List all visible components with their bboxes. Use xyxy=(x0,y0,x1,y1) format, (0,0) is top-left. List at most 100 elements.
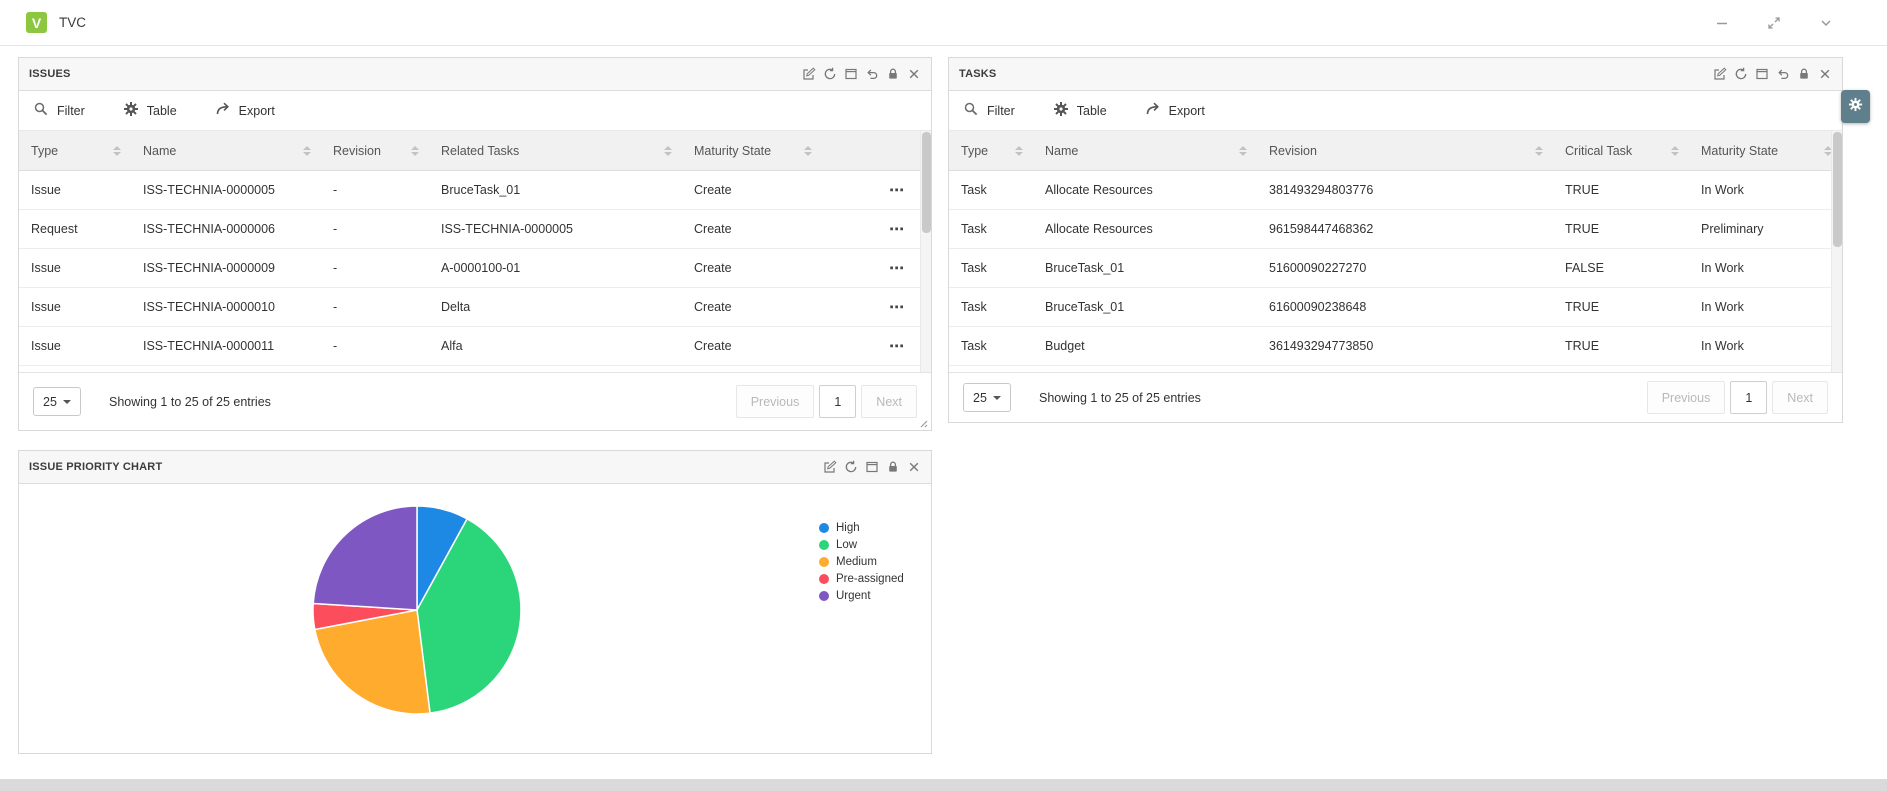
tasks-table-header: Type Name Revision Critical Task Maturit… xyxy=(949,131,1842,171)
scrollbar-thumb[interactable] xyxy=(922,132,931,233)
previous-page-button[interactable]: Previous xyxy=(736,385,815,418)
undo-icon[interactable] xyxy=(865,67,879,81)
table-row[interactable]: Task Budget 361493294773850 TRUE In Work xyxy=(949,327,1842,366)
vertical-scrollbar[interactable] xyxy=(920,131,931,372)
lock-icon[interactable] xyxy=(886,460,900,474)
column-header-maturity-state[interactable]: Maturity State xyxy=(1689,131,1842,170)
column-header-revision[interactable]: Revision xyxy=(1257,131,1553,170)
filter-label: Filter xyxy=(987,104,1015,118)
priority-pie-chart xyxy=(307,500,527,720)
settings-gear-button[interactable] xyxy=(1841,90,1870,123)
cell-type: Task xyxy=(949,249,1033,287)
row-actions-button[interactable]: ⋯ xyxy=(889,261,905,276)
row-actions-button[interactable]: ⋯ xyxy=(889,300,905,315)
cell-name: Budget xyxy=(1033,327,1257,365)
filter-button[interactable]: Filter xyxy=(963,101,1015,120)
maximize-icon[interactable] xyxy=(844,67,858,81)
column-header-type[interactable]: Type xyxy=(19,131,131,170)
undo-icon[interactable] xyxy=(1776,67,1790,81)
column-header-revision[interactable]: Revision xyxy=(321,131,429,170)
table-row[interactable]: Task BruceTask_01 51600090227270 FALSE I… xyxy=(949,249,1842,288)
sort-icon[interactable] xyxy=(411,146,419,156)
cell-revision: - xyxy=(321,171,429,209)
maximize-icon[interactable] xyxy=(1755,67,1769,81)
row-actions-button[interactable]: ⋯ xyxy=(889,339,905,354)
lock-icon[interactable] xyxy=(1797,67,1811,81)
sort-icon[interactable] xyxy=(1015,146,1023,156)
next-page-button[interactable]: Next xyxy=(861,385,917,418)
edit-icon[interactable] xyxy=(802,67,816,81)
sort-icon[interactable] xyxy=(1239,146,1247,156)
refresh-icon[interactable] xyxy=(1734,67,1748,81)
column-header-maturity-state[interactable]: Maturity State xyxy=(682,131,822,170)
lock-icon[interactable] xyxy=(886,67,900,81)
export-button[interactable]: Export xyxy=(1145,101,1205,120)
refresh-icon[interactable] xyxy=(844,460,858,474)
sort-icon[interactable] xyxy=(664,146,672,156)
next-page-button[interactable]: Next xyxy=(1772,381,1828,414)
cell-name: Allocate Resources xyxy=(1033,171,1257,209)
table-row[interactable]: Issue ISS-TECHNIA-0000011 - Alfa Create … xyxy=(19,327,931,366)
current-page-button[interactable]: 1 xyxy=(1730,381,1767,414)
chart-body: High Low Medium Pre-assigned Urgent xyxy=(19,484,931,753)
current-page-button[interactable]: 1 xyxy=(819,385,856,418)
column-header-critical-task[interactable]: Critical Task xyxy=(1553,131,1689,170)
filter-button[interactable]: Filter xyxy=(33,101,85,120)
close-icon[interactable] xyxy=(907,67,921,81)
titlebar: V TVC xyxy=(0,0,1887,46)
export-label: Export xyxy=(239,104,275,118)
table-row[interactable]: Issue ISS-TECHNIA-0000005 - BruceTask_01… xyxy=(19,171,931,210)
vertical-scrollbar[interactable] xyxy=(1831,131,1842,372)
collapse-chevron-icon[interactable] xyxy=(1819,16,1833,30)
tasks-panel-header: TASKS xyxy=(949,58,1842,91)
legend-item[interactable]: Low xyxy=(819,539,904,551)
maximize-icon[interactable] xyxy=(865,460,879,474)
edit-icon[interactable] xyxy=(1713,67,1727,81)
pie-slice-urgent[interactable] xyxy=(313,506,417,610)
expand-icon[interactable] xyxy=(1767,16,1781,30)
page-size-select[interactable]: 25 xyxy=(963,383,1011,412)
row-actions-button[interactable]: ⋯ xyxy=(889,222,905,237)
close-icon[interactable] xyxy=(1818,67,1832,81)
table-row[interactable]: Task Allocate Resources 381493294803776 … xyxy=(949,171,1842,210)
legend-label: Medium xyxy=(836,556,877,568)
cell-maturity-state: Create xyxy=(682,210,822,248)
table-row[interactable]: Request ISS-TECHNIA-0000006 - ISS-TECHNI… xyxy=(19,210,931,249)
minimize-icon[interactable] xyxy=(1715,16,1729,30)
scrollbar-thumb[interactable] xyxy=(1833,132,1842,247)
sort-icon[interactable] xyxy=(303,146,311,156)
refresh-icon[interactable] xyxy=(823,67,837,81)
resize-handle-icon[interactable] xyxy=(916,416,928,428)
table-settings-button[interactable]: Table xyxy=(1053,101,1107,120)
sort-icon[interactable] xyxy=(1535,146,1543,156)
table-settings-button[interactable]: Table xyxy=(123,101,177,120)
issues-panel: ISSUES Filter Table Export Type Name Rev… xyxy=(18,57,932,431)
legend-item[interactable]: High xyxy=(819,522,904,534)
legend-item[interactable]: Urgent xyxy=(819,590,904,602)
table-row[interactable]: Task BruceTask_01 61600090238648 TRUE In… xyxy=(949,288,1842,327)
table-row[interactable]: Issue ISS-TECHNIA-0000010 - Delta Create… xyxy=(19,288,931,327)
sort-icon[interactable] xyxy=(804,146,812,156)
sort-icon[interactable] xyxy=(1671,146,1679,156)
close-icon[interactable] xyxy=(907,460,921,474)
column-header-related-tasks[interactable]: Related Tasks xyxy=(429,131,682,170)
legend-item[interactable]: Pre-assigned xyxy=(819,573,904,585)
edit-icon[interactable] xyxy=(823,460,837,474)
panel-title: ISSUES xyxy=(29,68,71,80)
cell-type: Issue xyxy=(19,249,131,287)
table-row[interactable]: Issue ISS-TECHNIA-0000009 - A-0000100-01… xyxy=(19,249,931,288)
export-button[interactable]: Export xyxy=(215,101,275,120)
row-actions-cell: ⋯ xyxy=(822,249,931,287)
row-actions-button[interactable]: ⋯ xyxy=(889,183,905,198)
column-header-type[interactable]: Type xyxy=(949,131,1033,170)
page-size-select[interactable]: 25 xyxy=(33,387,81,416)
pagination: Previous 1 Next xyxy=(1642,381,1828,414)
sort-icon[interactable] xyxy=(113,146,121,156)
column-header-name[interactable]: Name xyxy=(1033,131,1257,170)
previous-page-button[interactable]: Previous xyxy=(1647,381,1726,414)
table-row[interactable]: Task Allocate Resources 961598447468362 … xyxy=(949,210,1842,249)
horizontal-scrollbar[interactable] xyxy=(0,779,1887,791)
column-header-name[interactable]: Name xyxy=(131,131,321,170)
legend-item[interactable]: Medium xyxy=(819,556,904,568)
pie-legend: High Low Medium Pre-assigned Urgent xyxy=(819,522,904,602)
